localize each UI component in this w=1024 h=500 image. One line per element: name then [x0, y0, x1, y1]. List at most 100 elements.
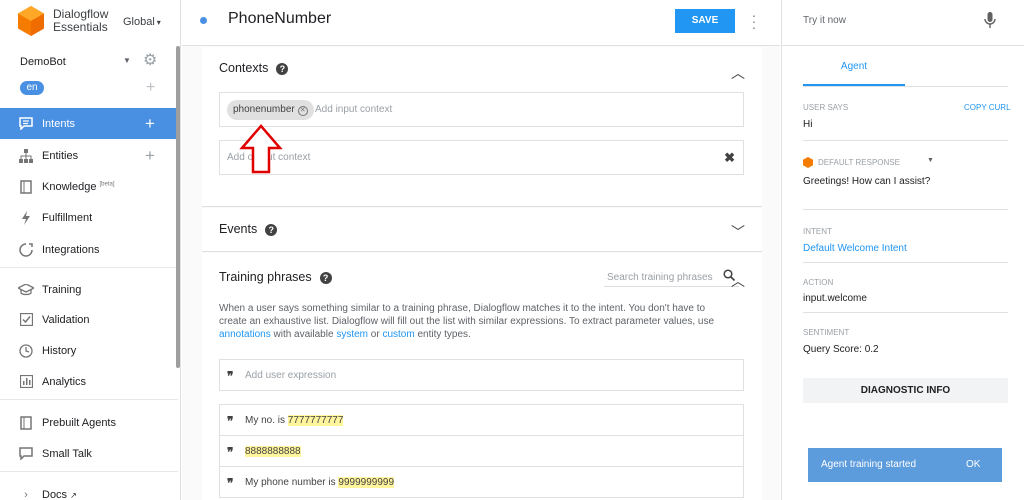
quote-icon: ❞	[227, 476, 234, 490]
add-intent-icon[interactable]: +	[145, 115, 155, 132]
caret-down-icon: ▾	[156, 18, 161, 27]
copy-curl-link[interactable]: COPY CURL	[964, 103, 1011, 112]
add-language-icon[interactable]: +	[146, 80, 155, 96]
test-console: Try it now Agent USER SAYS COPY CURL Hi …	[781, 0, 1024, 500]
gear-icon[interactable]: ⚙	[143, 53, 159, 69]
input-context-placeholder: Add input context	[315, 104, 393, 115]
caret-down-icon: ▼	[123, 56, 131, 65]
help-icon[interactable]: ?	[265, 223, 278, 236]
training-phrase-row[interactable]: ❞ My no. is 7777777777	[219, 404, 744, 436]
tab-agent[interactable]: Agent	[803, 61, 905, 72]
dialogflow-logo-icon[interactable]	[18, 6, 44, 36]
bolt-icon	[18, 210, 34, 226]
red-arrow-annotation-icon	[239, 124, 283, 174]
help-icon[interactable]: ?	[276, 62, 289, 75]
sidebar-item-small-talk[interactable]: Small Talk	[0, 438, 178, 469]
sidebar-item-history[interactable]: History	[0, 335, 178, 366]
dialogflow-response-icon	[803, 157, 813, 168]
brand-line2: Essentials	[53, 20, 108, 34]
integrations-icon	[18, 242, 34, 258]
brand-name: Dialogflow Essentials	[53, 8, 108, 34]
intent-header: PhoneNumber SAVE · · ·	[182, 0, 780, 46]
logo-row: Dialogflow Essentials Global ▾	[0, 0, 181, 46]
sidebar-item-label: Entities	[42, 149, 79, 162]
sidebar-item-integrations[interactable]: Integrations	[0, 234, 178, 265]
training-phrases-section: Training phrases? Search training phrase…	[202, 253, 762, 500]
output-context-field[interactable]: Add output context ✖	[219, 140, 744, 175]
add-entity-icon[interactable]: +	[145, 147, 155, 164]
sidebar-scrollbar[interactable]	[176, 46, 180, 368]
phrase-prefix: My phone number is	[245, 477, 339, 488]
remove-chip-icon[interactable]: ✕	[297, 106, 308, 116]
toast-ok-button[interactable]: OK	[966, 459, 980, 470]
agent-selector[interactable]: DemoBot ▼ ⚙	[20, 53, 162, 70]
caret-down-icon[interactable]: ▼	[927, 157, 934, 164]
help-icon[interactable]: ?	[319, 271, 332, 284]
entity-annotation[interactable]: 9999999999	[338, 477, 395, 488]
nav-divider	[0, 399, 178, 400]
chevron-down-icon[interactable]: ﹀	[731, 222, 745, 242]
add-user-expression-input[interactable]: ❞ Add user expression	[219, 359, 744, 391]
sidebar-item-entities[interactable]: Entities +	[0, 140, 178, 171]
try-it-now-bar: Try it now	[782, 0, 1024, 46]
quote-icon: ❞	[227, 369, 234, 383]
sidebar-item-docs[interactable]: › Docs ↗	[0, 479, 178, 500]
clear-icon[interactable]: ✖	[724, 150, 735, 166]
book-icon	[18, 179, 34, 195]
beta-badge: [beta]	[99, 180, 115, 187]
custom-link[interactable]: custom	[382, 329, 414, 340]
training-phrase-text: My no. is 7777777777	[245, 415, 344, 426]
sidebar-item-prebuilt-agents[interactable]: Prebuilt Agents	[0, 407, 178, 438]
sidebar-item-label: History	[42, 344, 77, 357]
chevron-up-icon[interactable]: ︿	[731, 271, 745, 291]
events-title: Events?	[219, 222, 278, 236]
save-button[interactable]: SAVE	[675, 9, 735, 33]
sidebar-item-knowledge[interactable]: Knowledge [beta]	[0, 171, 178, 202]
context-chip-label: phonenumber	[233, 104, 295, 115]
checkbox-icon	[18, 312, 34, 328]
contexts-title: Contexts?	[219, 61, 289, 75]
entity-annotation[interactable]: 8888888888	[245, 446, 301, 457]
sidebar-item-intents[interactable]: Intents +	[0, 108, 178, 139]
default-response-label: DEFAULT RESPONSE	[818, 158, 900, 167]
intent-name-input[interactable]: PhoneNumber	[228, 10, 331, 28]
input-context-field[interactable]: phonenumber ✕ Add input context	[219, 92, 744, 127]
sidebar-item-label: Knowledge [beta]	[42, 181, 115, 193]
sidebar-item-training[interactable]: Training	[0, 274, 178, 305]
chat-icon	[18, 446, 34, 462]
contexts-title-text: Contexts	[219, 61, 269, 75]
language-badge[interactable]: en	[20, 81, 44, 95]
sidebar-item-label: Small Talk	[42, 447, 92, 460]
events-section[interactable]: Events? ﹀	[202, 208, 762, 252]
chevron-up-icon[interactable]: ︿	[731, 63, 745, 83]
sidebar-item-fulfillment[interactable]: Fulfillment	[0, 202, 178, 233]
divider	[803, 312, 1008, 313]
diagnostic-info-button[interactable]: DIAGNOSTIC INFO	[803, 378, 1008, 403]
sidebar-item-label: Fulfillment	[42, 211, 93, 224]
training-phrase-row[interactable]: ❞ 8888888888	[219, 435, 744, 467]
microphone-icon[interactable]	[984, 12, 996, 30]
external-link-icon: ↗	[70, 490, 77, 500]
annotations-link[interactable]: annotations	[219, 329, 271, 340]
search-training-input[interactable]: Search training phrases	[607, 272, 713, 283]
training-phrase-text: My phone number is 9999999999	[245, 477, 395, 488]
intent-label: INTENT	[803, 227, 832, 236]
sidebar-item-validation[interactable]: Validation	[0, 304, 178, 335]
more-vert-icon[interactable]: · · ·	[750, 8, 758, 34]
sidebar-item-label: Integrations	[42, 243, 100, 256]
desc-text: or	[367, 329, 383, 340]
training-description: When a user says something similar to a …	[219, 302, 729, 341]
user-says-value: Hi	[803, 119, 813, 130]
entity-annotation[interactable]: 7777777777	[287, 415, 344, 426]
divider	[803, 140, 1008, 141]
region-selector[interactable]: Global ▾	[123, 16, 161, 28]
graduation-cap-icon	[18, 282, 34, 298]
sidebar-item-analytics[interactable]: Analytics	[0, 366, 178, 397]
system-link[interactable]: system	[336, 329, 368, 340]
try-it-now-input[interactable]: Try it now	[803, 15, 846, 26]
training-phrase-row[interactable]: ❞ My phone number is 9999999999	[219, 466, 744, 498]
nav-divider	[0, 471, 178, 472]
context-chip[interactable]: phonenumber ✕	[227, 100, 314, 120]
training-title-text: Training phrases	[219, 270, 312, 284]
matched-intent-link[interactable]: Default Welcome Intent	[803, 243, 907, 254]
